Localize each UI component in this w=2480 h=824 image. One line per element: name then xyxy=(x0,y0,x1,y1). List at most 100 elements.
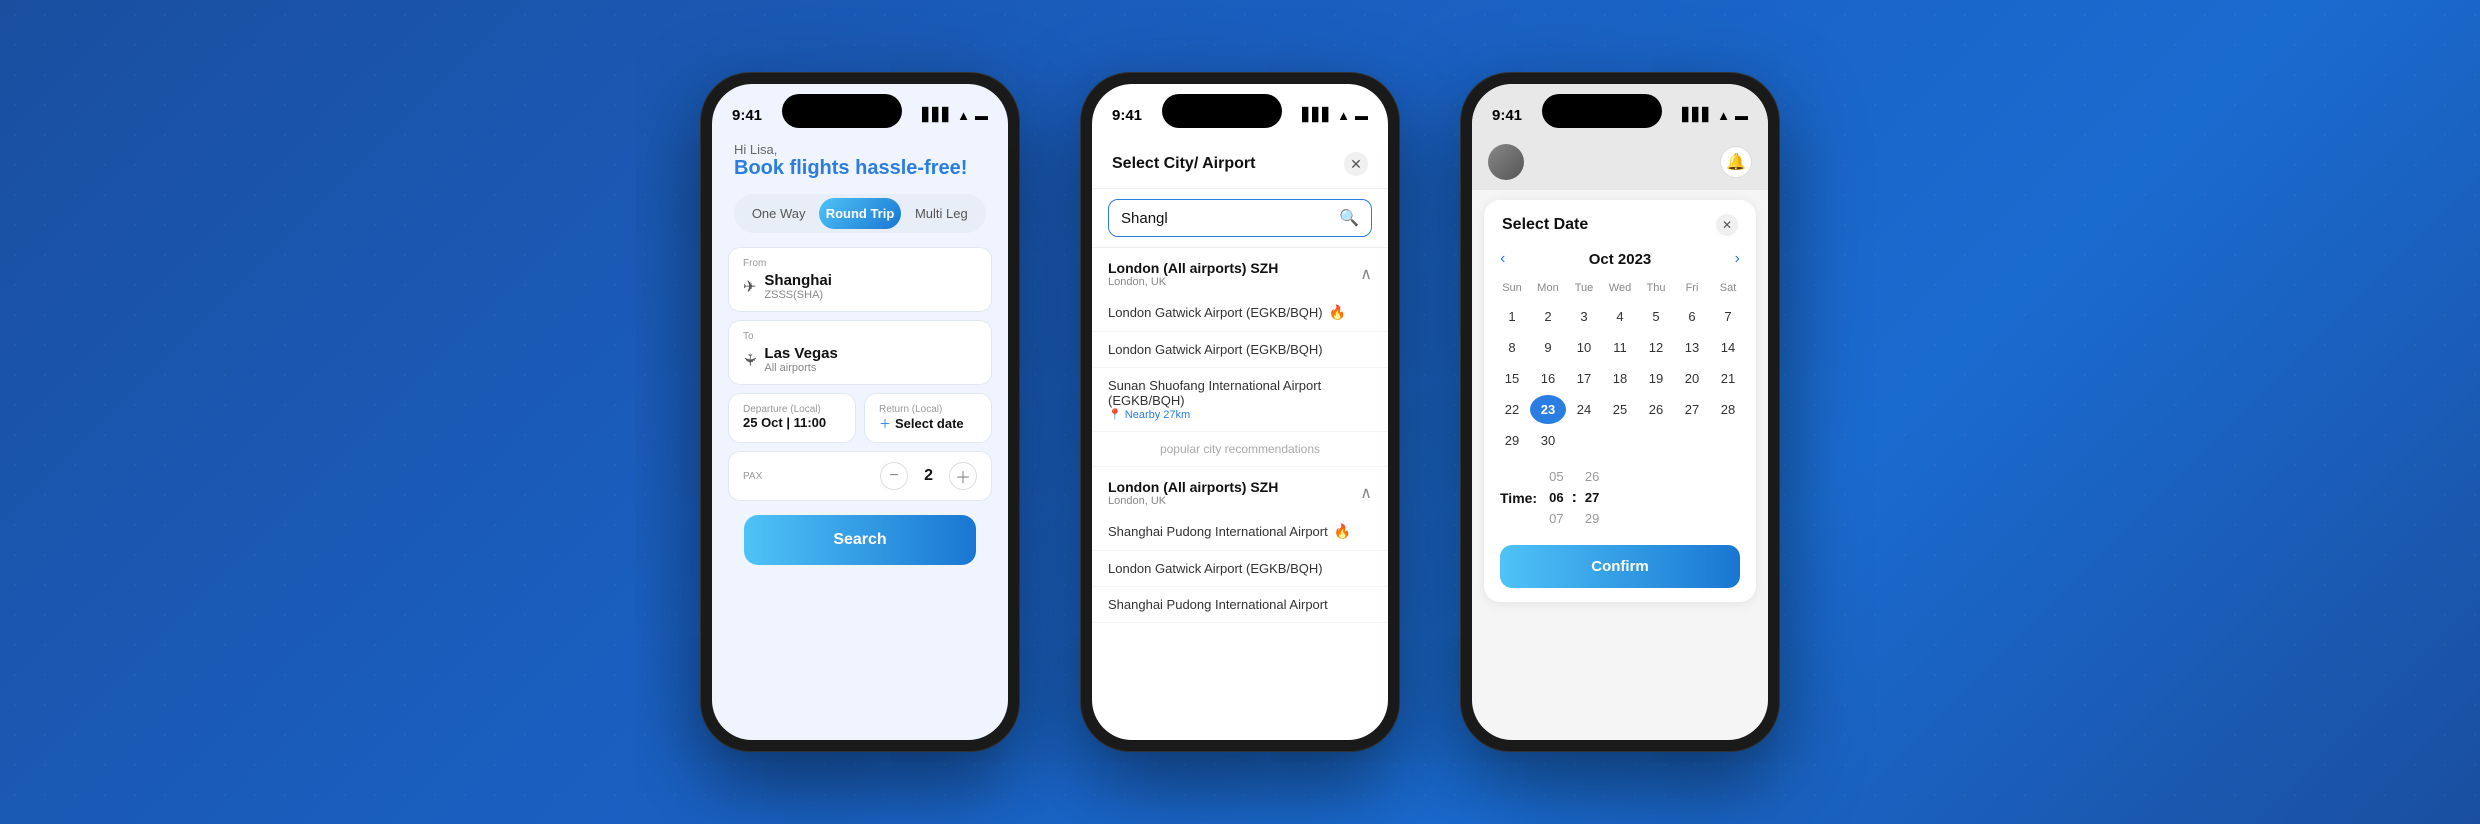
to-label: To xyxy=(743,331,977,342)
page-title-1: Book flights hassle-free! xyxy=(734,157,986,180)
cal-day-3[interactable]: 3 xyxy=(1566,302,1602,331)
status-time-2: 9:41 xyxy=(1112,107,1142,124)
departure-field[interactable]: Departure (Local) 25 Oct | 11:00 xyxy=(728,393,856,443)
cal-day-30[interactable]: 30 xyxy=(1530,426,1566,455)
cal-day-27[interactable]: 27 xyxy=(1674,395,1710,424)
cal-day-5[interactable]: 5 xyxy=(1638,302,1674,331)
airport-4-name: Shanghai Pudong International Airport xyxy=(1108,524,1328,539)
cal-day-23[interactable]: 23 xyxy=(1530,395,1566,424)
cal-day-26[interactable]: 26 xyxy=(1638,395,1674,424)
wifi-icon-3: ▲ xyxy=(1717,108,1730,123)
calendar-month-label: Oct 2023 xyxy=(1589,251,1652,268)
calendar-modal-title: Select Date xyxy=(1502,216,1588,234)
notification-button[interactable]: 🔔 xyxy=(1720,146,1752,178)
minute-scroll[interactable]: 26 27 29 xyxy=(1585,467,1599,529)
time-section: Time: 05 06 07 : 26 27 29 xyxy=(1484,457,1756,537)
airport-item-2[interactable]: London Gatwick Airport (EGKB/BQH) xyxy=(1092,332,1388,368)
dow-wed: Wed xyxy=(1602,278,1638,298)
hour-scroll[interactable]: 05 06 07 xyxy=(1549,467,1563,529)
cal-day-18[interactable]: 18 xyxy=(1602,364,1638,393)
hot-icon-1: 🔥 xyxy=(1329,304,1346,321)
airport-3-name: Sunan Shuofang International Airport (EG… xyxy=(1108,378,1321,408)
cal-day-29[interactable]: 29 xyxy=(1494,426,1530,455)
cal-day-20[interactable]: 20 xyxy=(1674,364,1710,393)
tab-one-way[interactable]: One Way xyxy=(738,198,819,229)
cal-day-22[interactable]: 22 xyxy=(1494,395,1530,424)
calendar-week-3: 15 16 17 18 19 20 21 xyxy=(1494,364,1746,393)
cal-day-10[interactable]: 10 xyxy=(1566,333,1602,362)
city-search-row[interactable]: 🔍 xyxy=(1092,189,1388,248)
dynamic-island-1 xyxy=(782,94,902,128)
cal-day-1[interactable]: 1 xyxy=(1494,302,1530,331)
cal-day-25[interactable]: 25 xyxy=(1602,395,1638,424)
cal-day-e2 xyxy=(1638,426,1674,455)
from-field[interactable]: From ✈ Shanghai ZSSS(SHA) xyxy=(728,247,992,312)
cal-day-8[interactable]: 8 xyxy=(1494,333,1530,362)
tab-round-trip[interactable]: Round Trip xyxy=(819,198,900,229)
calendar-month-row: ‹ Oct 2023 › xyxy=(1484,246,1756,278)
days-of-week-row: Sun Mon Tue Wed Thu Fri Sat xyxy=(1494,278,1746,298)
cal-day-28[interactable]: 28 xyxy=(1710,395,1746,424)
hour-active: 06 xyxy=(1549,488,1563,509)
time-colon: : xyxy=(1572,489,1577,507)
dynamic-island-2 xyxy=(1162,94,1282,128)
battery-icon-3: ▬ xyxy=(1735,108,1748,123)
airport-item-4[interactable]: Shanghai Pudong International Airport 🔥 xyxy=(1092,513,1388,551)
calendar-week-1: 1 2 3 4 5 6 7 xyxy=(1494,302,1746,331)
next-month-button[interactable]: › xyxy=(1735,250,1740,268)
cal-day-2[interactable]: 2 xyxy=(1530,302,1566,331)
phone3-topbar: 🔔 xyxy=(1472,136,1768,190)
city-modal-title: Select City/ Airport xyxy=(1112,155,1255,173)
pax-field: PAX − 2 ＋ xyxy=(728,451,992,501)
confirm-date-button[interactable]: Confirm xyxy=(1500,545,1740,588)
cal-day-7[interactable]: 7 xyxy=(1710,302,1746,331)
cal-day-15[interactable]: 15 xyxy=(1494,364,1530,393)
minute-before: 26 xyxy=(1585,467,1599,488)
user-avatar[interactable] xyxy=(1488,144,1524,180)
to-field[interactable]: To ✈ Las Vegas All airports xyxy=(728,320,992,385)
cal-day-31 xyxy=(1566,426,1602,455)
return-field[interactable]: Return (Local) ＋ Select date xyxy=(864,393,992,443)
cal-day-13[interactable]: 13 xyxy=(1674,333,1710,362)
cal-day-19[interactable]: 19 xyxy=(1638,364,1674,393)
cal-day-e1 xyxy=(1602,426,1638,455)
phone-2: 9:41 ▋▋▋ ▲ ▬ Select City/ Airport ✕ 🔍 xyxy=(1080,72,1400,752)
prev-month-button[interactable]: ‹ xyxy=(1500,250,1505,268)
time-scroll[interactable]: 05 06 07 : 26 27 29 xyxy=(1549,467,1599,529)
cal-day-9[interactable]: 9 xyxy=(1530,333,1566,362)
airport-item-6[interactable]: Shanghai Pudong International Airport xyxy=(1092,587,1388,623)
cal-day-21[interactable]: 21 xyxy=(1710,364,1746,393)
group-2-collapse-icon[interactable]: ∧ xyxy=(1360,483,1372,503)
cal-day-14[interactable]: 14 xyxy=(1710,333,1746,362)
city-search-input[interactable] xyxy=(1121,210,1331,227)
from-code: ZSSS(SHA) xyxy=(764,289,832,301)
cal-day-6[interactable]: 6 xyxy=(1674,302,1710,331)
group-1-collapse-icon[interactable]: ∧ xyxy=(1360,264,1372,284)
cal-day-11[interactable]: 11 xyxy=(1602,333,1638,362)
tab-multi-leg[interactable]: Multi Leg xyxy=(901,198,982,229)
status-icons-3: ▋▋▋ ▲ ▬ xyxy=(1682,107,1748,123)
minute-active: 27 xyxy=(1585,488,1599,509)
pax-decrease-button[interactable]: − xyxy=(880,462,908,490)
cal-day-24[interactable]: 24 xyxy=(1566,395,1602,424)
minute-after: 29 xyxy=(1585,509,1599,530)
airport-item-3[interactable]: Sunan Shuofang International Airport (EG… xyxy=(1092,368,1388,432)
nearby-label: 📍 Nearby 27km xyxy=(1108,408,1372,421)
cal-day-17[interactable]: 17 xyxy=(1566,364,1602,393)
to-city: Las Vegas xyxy=(764,345,837,362)
status-bar-2: 9:41 ▋▋▋ ▲ ▬ xyxy=(1092,84,1388,136)
cal-day-12[interactable]: 12 xyxy=(1638,333,1674,362)
airport-item-1[interactable]: London Gatwick Airport (EGKB/BQH) 🔥 xyxy=(1092,294,1388,332)
city-modal-header: Select City/ Airport ✕ xyxy=(1092,136,1388,189)
city-modal-close-button[interactable]: ✕ xyxy=(1344,152,1368,176)
trip-type-tabs[interactable]: One Way Round Trip Multi Leg xyxy=(734,194,986,233)
arrive-plane-icon: ✈ xyxy=(740,353,760,366)
pax-increase-button[interactable]: ＋ xyxy=(949,462,977,490)
search-button[interactable]: Search xyxy=(744,515,976,565)
cal-day-4[interactable]: 4 xyxy=(1602,302,1638,331)
airport-item-5[interactable]: London Gatwick Airport (EGKB/BQH) xyxy=(1092,551,1388,587)
cal-day-16[interactable]: 16 xyxy=(1530,364,1566,393)
status-icons-1: ▋▋▋ ▲ ▬ xyxy=(922,107,988,123)
signal-icon: ▋▋▋ xyxy=(922,107,952,123)
calendar-close-button[interactable]: ✕ xyxy=(1716,214,1738,236)
